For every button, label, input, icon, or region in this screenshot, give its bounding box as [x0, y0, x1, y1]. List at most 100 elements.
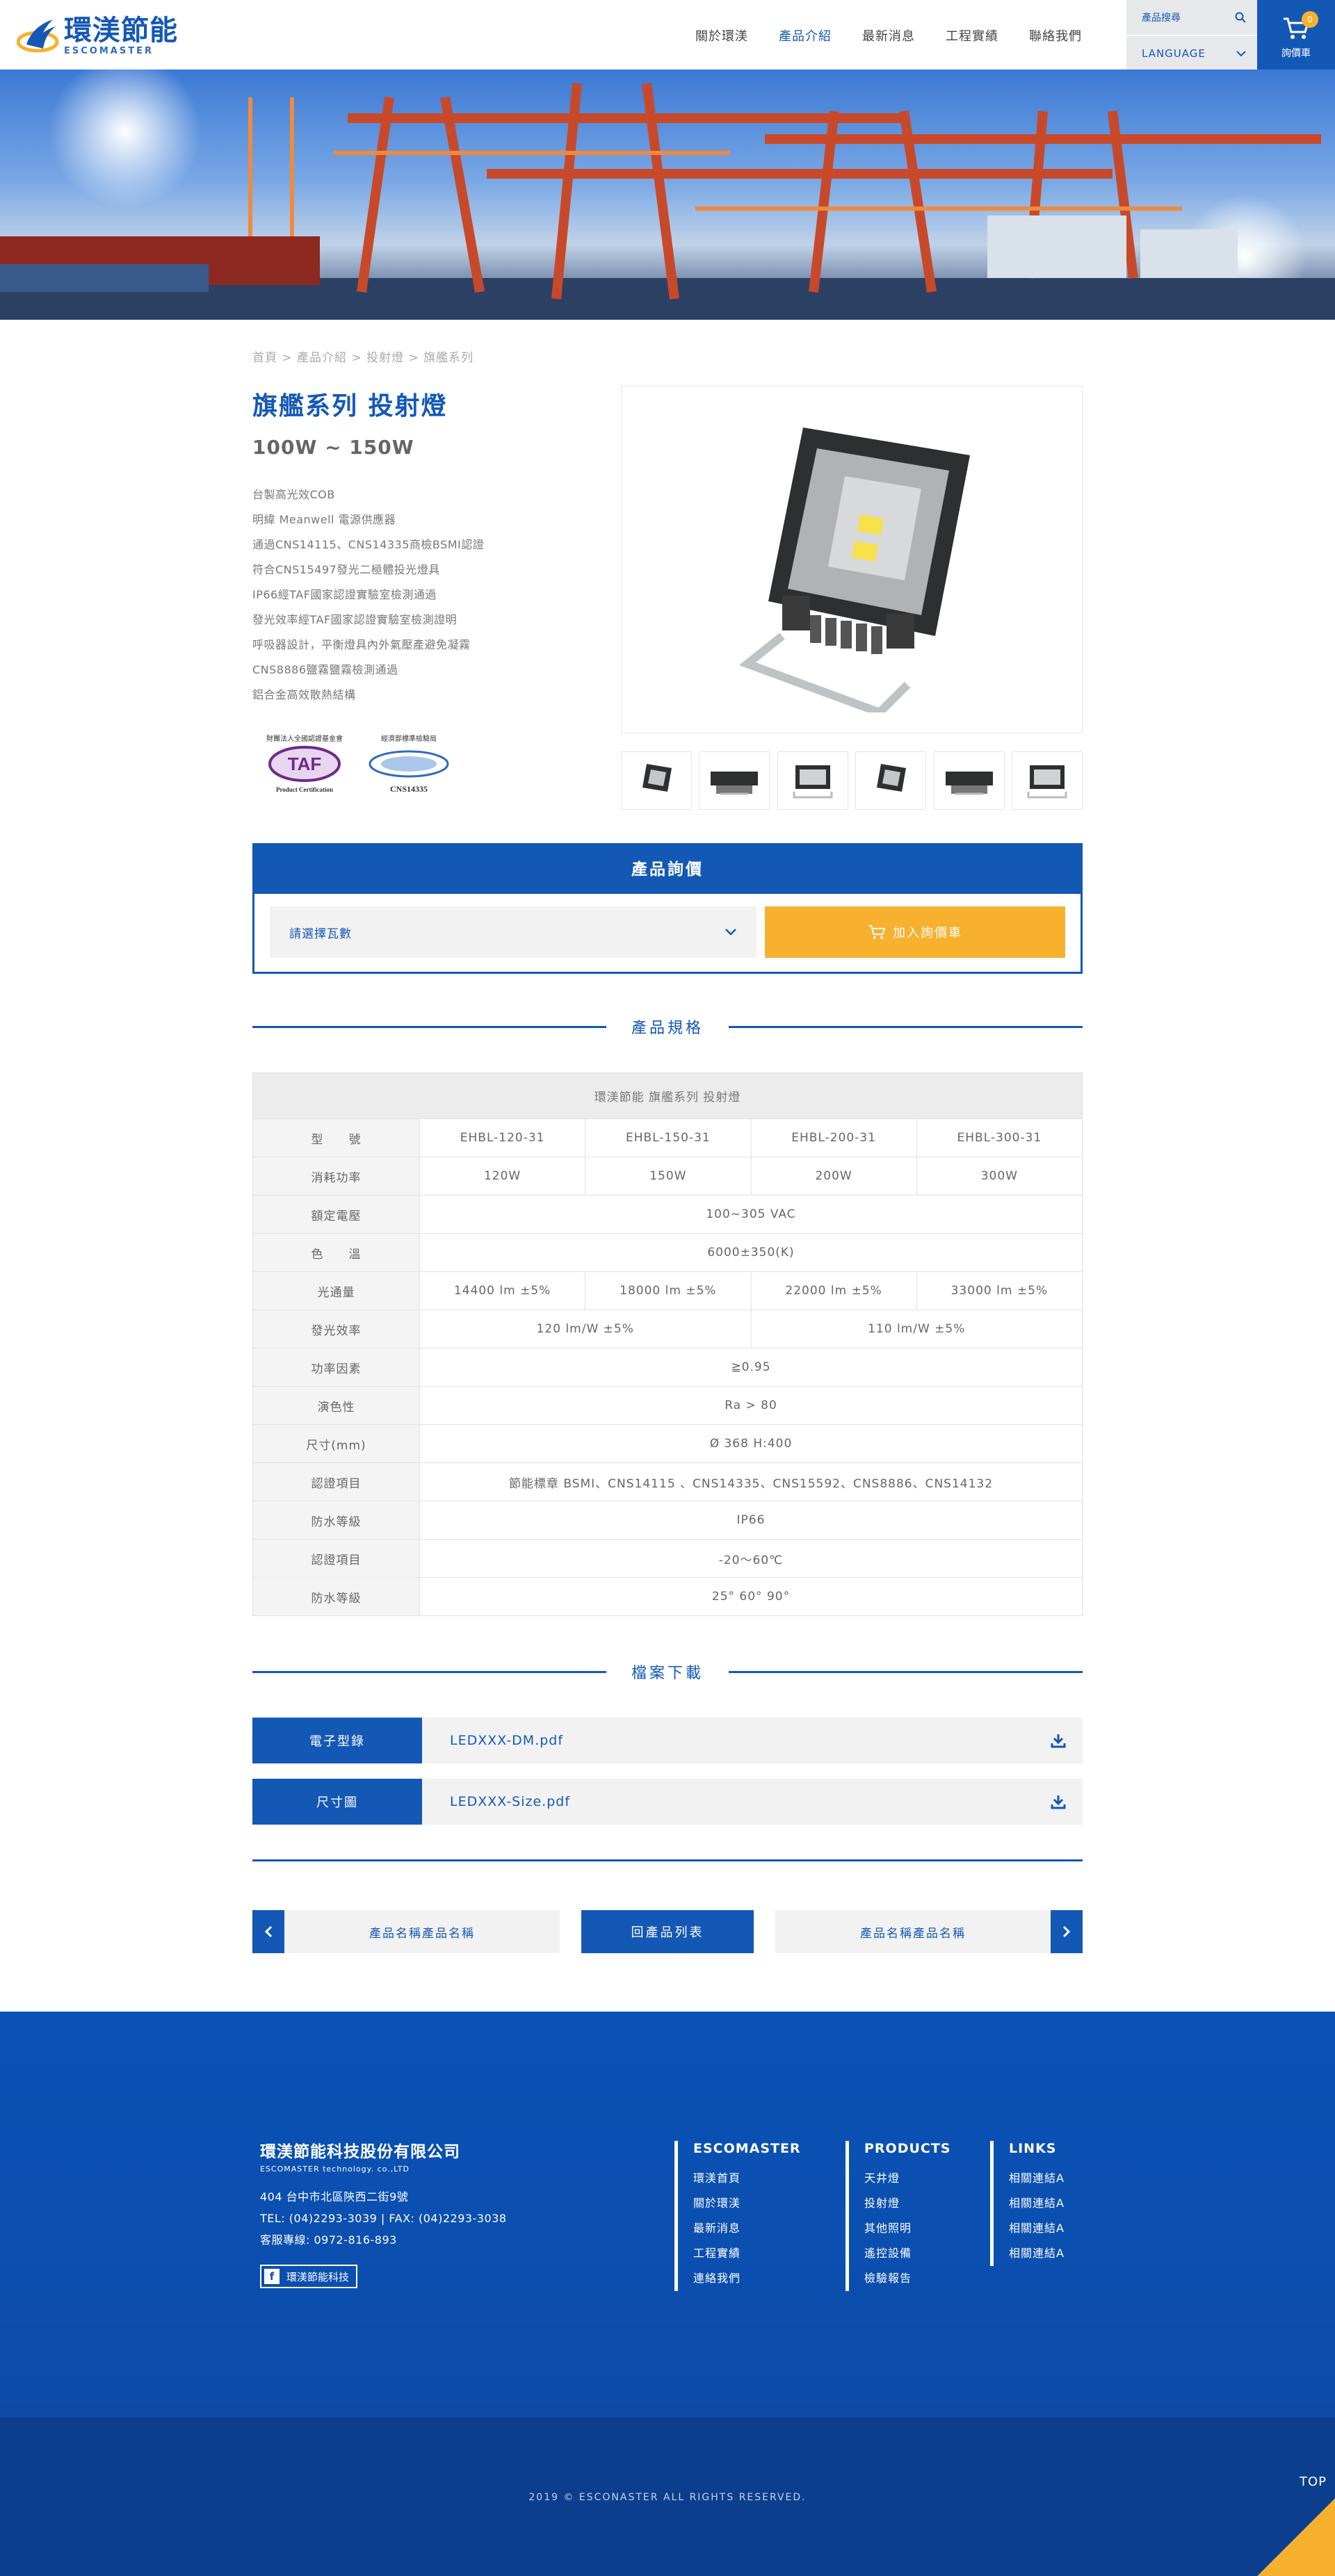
table-cell: 節能標章 BSMI、CNS14115 、CNS14335、CNS15592、CN…: [419, 1462, 1083, 1501]
download-row[interactable]: 電子型錄 LEDXXX-DM.pdf: [252, 1718, 1083, 1763]
feature-item: 明緯 Meanwell 電源供應器: [252, 513, 396, 526]
facebook-link[interactable]: f 環渼節能科技: [260, 2265, 358, 2288]
table-row: 型 號 EHBL-120-31 EHBL-150-31 EHBL-200-31 …: [252, 1118, 1083, 1157]
table-cell: 18000 lm ±5%: [585, 1271, 752, 1310]
row-label: 型 號: [252, 1118, 420, 1157]
logo[interactable]: 環渼節能 ESCOMASTER: [17, 15, 178, 56]
search-placeholder: 產品搜尋: [1142, 13, 1181, 24]
cert-logos: 財團法人全國認證基金會 TAF Product Certification 經濟…: [252, 724, 586, 808]
footer-col-title: LINKS: [1009, 2141, 1057, 2156]
thumbnail[interactable]: [855, 751, 927, 810]
chevron-left-icon: [264, 1925, 273, 1938]
table-cell: 22000 lm ±5%: [750, 1271, 917, 1310]
nav-contact[interactable]: 聯絡我們: [1029, 26, 1082, 44]
table-row: 防水等級 25° 60° 90°: [252, 1577, 1083, 1616]
cart-button[interactable]: 0 詢價車: [1257, 0, 1335, 70]
product-main-image[interactable]: [621, 386, 1083, 733]
header-tools: 產品搜尋 LANGUAGE: [1126, 0, 1257, 71]
cns-mark: CNS14335: [390, 784, 428, 794]
add-to-inquiry-button[interactable]: 加入詢價車: [765, 906, 1065, 958]
thumbnail[interactable]: [621, 751, 692, 810]
feature-item: 呼吸器設計，平衡燈具內外氣壓產避免凝霧: [252, 638, 471, 651]
download-type: 尺寸圖: [252, 1779, 422, 1825]
cns-caption: 經濟部標準檢驗局: [381, 735, 437, 743]
table-row: 消耗功率 120W 150W 200W 300W: [252, 1157, 1083, 1196]
footer-link[interactable]: 相關連結A: [1009, 2216, 1065, 2241]
footer-col-products: PRODUCTS 天井燈 投射燈 其他照明 遙控設備 檢驗報告: [846, 2141, 951, 2291]
table-cell: -20～60℃: [419, 1539, 1083, 1578]
site-footer: 環渼節能科技股份有限公司 ESCOMASTER technology. co.,…: [0, 2012, 1335, 2418]
footer-link[interactable]: 相關連結A: [1009, 2191, 1065, 2216]
table-cell: Ø 368 H:400: [419, 1424, 1083, 1463]
footer-link[interactable]: 其他照明: [864, 2216, 951, 2241]
footer-col-links: LINKS 相關連結A 相關連結A 相關連結A 相關連結A: [990, 2141, 1065, 2266]
footer-link[interactable]: 相關連結A: [1009, 2166, 1065, 2191]
cns-logo-icon: CNS14335: [369, 750, 449, 794]
back-to-list-button[interactable]: 回產品列表: [581, 1910, 754, 1953]
taf-logo-icon: TAF Product Certification: [268, 746, 341, 793]
product-gallery: [621, 386, 1083, 810]
row-label: 發光效率: [252, 1310, 420, 1348]
back-to-top-button[interactable]: TOP: [1257, 2475, 1335, 2576]
spec-table-caption: 環渼節能 旗艦系列 投射燈: [252, 1073, 1083, 1119]
download-type: 電子型錄: [252, 1718, 422, 1763]
next-product-link[interactable]: 產品名稱產品名稱: [775, 1910, 1083, 1953]
company-name-en: ESCOMASTER technology. co.,LTD: [260, 2165, 410, 2174]
table-row: 認證項目 -20～60℃: [252, 1539, 1083, 1578]
footer-link[interactable]: 關於環渼: [693, 2191, 801, 2216]
language-select[interactable]: LANGUAGE: [1126, 36, 1257, 71]
taf-sub: Product Certification: [276, 786, 333, 793]
footer-link[interactable]: 檢驗報告: [864, 2266, 951, 2291]
thumbnail[interactable]: [933, 751, 1005, 810]
table-cell: EHBL-300-31: [916, 1118, 1083, 1157]
footer-link[interactable]: 連絡我們: [693, 2266, 801, 2291]
nav-about[interactable]: 關於環渼: [695, 26, 748, 44]
table-cell: 120W: [419, 1157, 586, 1196]
copyright-text: 2019 © ESCONASTER ALL RIGHTS RESERVED.: [528, 2492, 807, 2503]
thumbnail[interactable]: [699, 751, 770, 810]
footer-link[interactable]: 投射燈: [864, 2191, 951, 2216]
feature-item: 台製高光效COB: [252, 488, 335, 501]
footer-link[interactable]: 工程實績: [693, 2241, 801, 2266]
cart-icon: [868, 924, 886, 939]
footer-link[interactable]: 環渼首頁: [693, 2166, 801, 2191]
thumbnail[interactable]: [1011, 751, 1083, 810]
footer-link[interactable]: 最新消息: [693, 2216, 801, 2241]
nav-products[interactable]: 產品介紹: [779, 26, 832, 44]
download-icon[interactable]: [1051, 1733, 1066, 1748]
table-cell: 100~305 VAC: [419, 1195, 1083, 1234]
thumbnail[interactable]: [777, 751, 848, 810]
download-icon[interactable]: [1051, 1794, 1066, 1809]
prev-product-name: 產品名稱產品名稱: [284, 1910, 560, 1953]
footer-col-escomaster: ESCOMASTER 環渼首頁 關於環渼 最新消息 工程實績 連絡我們: [674, 2141, 801, 2291]
nav-projects[interactable]: 工程實績: [946, 26, 998, 44]
logo-name-cn: 環渼節能: [64, 15, 178, 47]
floodlight-image: [738, 427, 970, 712]
table-cell: 120 lm/W ±5%: [419, 1310, 752, 1348]
search-input[interactable]: 產品搜尋: [1126, 0, 1257, 35]
download-row[interactable]: 尺寸圖 LEDXXX-Size.pdf: [252, 1779, 1083, 1825]
footer-link[interactable]: 天井燈: [864, 2166, 951, 2191]
facebook-icon: f: [264, 2269, 280, 2284]
divider: [252, 1859, 1083, 1861]
wattage-select[interactable]: 請選擇瓦數: [270, 906, 756, 958]
footer-link[interactable]: 相關連結A: [1009, 2241, 1065, 2266]
logo-name-en: ESCOMASTER: [64, 46, 154, 56]
footer-link[interactable]: 遙控設備: [864, 2241, 951, 2266]
download-section-title: 檔案下載: [631, 1665, 704, 1682]
prev-product-link[interactable]: 產品名稱產品名稱: [252, 1910, 560, 1953]
product-pager: 產品名稱產品名稱 回產品列表 產品名稱產品名稱: [252, 1910, 1083, 1953]
table-cell: 150W: [585, 1157, 752, 1196]
breadcrumb[interactable]: 首頁 > 產品介紹 > 投射燈 > 旗艦系列: [252, 348, 1083, 365]
table-cell: EHBL-150-31: [585, 1118, 752, 1157]
table-row: 光通量 14400 lm ±5% 18000 lm ±5% 22000 lm ±…: [252, 1271, 1083, 1310]
nav-news[interactable]: 最新消息: [862, 26, 915, 44]
table-cell: 25° 60° 90°: [419, 1577, 1083, 1616]
download-filename[interactable]: LEDXXX-Size.pdf: [450, 1794, 570, 1809]
chevron-right-icon: [1062, 1925, 1071, 1938]
chevron-down-icon: [725, 929, 736, 936]
footer-col-title: ESCOMASTER: [693, 2141, 801, 2156]
download-filename[interactable]: LEDXXX-DM.pdf: [450, 1733, 563, 1748]
search-icon[interactable]: [1235, 12, 1246, 23]
back-to-top-label: TOP: [1299, 2475, 1327, 2489]
